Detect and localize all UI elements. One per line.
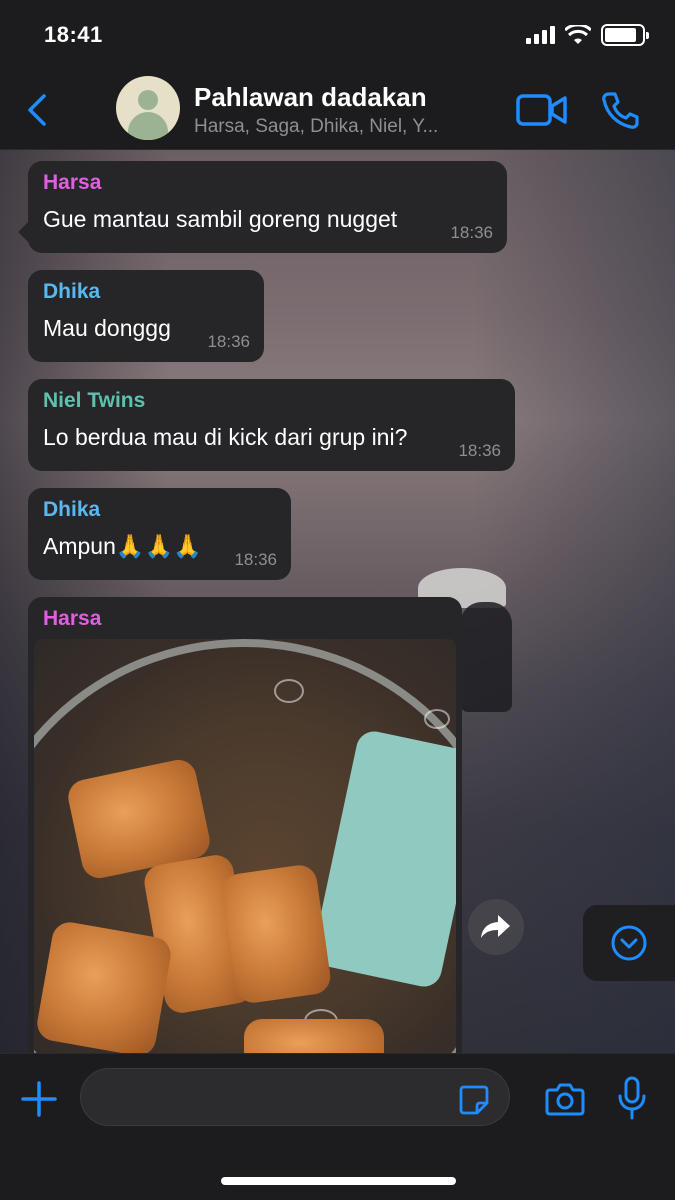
battery-level [605, 28, 636, 42]
message-time: 18:36 [450, 223, 493, 242]
message-bubble[interactable]: Dhika Mau donggg 18:36 [28, 270, 264, 362]
message-text: Ampun🙏🙏🙏 [43, 533, 202, 559]
message-input[interactable] [80, 1068, 510, 1126]
chat-messages[interactable]: Harsa Gue mantau sambil goreng nugget 18… [0, 150, 675, 1053]
forward-button[interactable] [468, 899, 524, 955]
group-avatar[interactable] [116, 76, 180, 140]
voice-call-button[interactable] [600, 90, 640, 130]
fried-nuggets-photo[interactable] [34, 639, 456, 1053]
message-sender: Harsa [43, 171, 102, 194]
sticker-button[interactable] [458, 1084, 490, 1116]
back-button[interactable] [22, 90, 52, 130]
photo-message-bubble[interactable]: Harsa [28, 597, 462, 1053]
status-icons [526, 24, 649, 46]
forward-arrow-icon [481, 915, 510, 938]
message-text: Mau donggg [43, 315, 171, 341]
message-text: Lo berdua mau di kick dari grup ini? [43, 424, 408, 450]
home-indicator [221, 1177, 456, 1185]
message-sender: Dhika [43, 498, 101, 521]
status-bar: 18:41 [0, 0, 675, 72]
wifi-icon [565, 25, 591, 44]
video-call-button[interactable] [516, 92, 568, 128]
message-time: 18:36 [458, 441, 501, 460]
chat-header: Pahlawan dadakan Harsa, Saga, Dhika, Nie… [0, 72, 675, 150]
message-time: 18:36 [207, 332, 250, 351]
cellular-signal-icon [526, 26, 555, 44]
message-bubble[interactable]: Niel Twins Lo berdua mau di kick dari gr… [28, 379, 515, 471]
chevron-down-circle-icon [611, 925, 647, 961]
message-sender: Harsa [43, 607, 102, 630]
message-sender: Dhika [43, 280, 101, 303]
message-bubble[interactable]: Dhika Ampun🙏🙏🙏 18:36 [28, 488, 291, 580]
chat-title[interactable]: Pahlawan dadakan [194, 82, 427, 113]
message-text: Gue mantau sambil goreng nugget [43, 206, 398, 232]
battery-icon [601, 24, 649, 46]
attach-button[interactable] [20, 1080, 58, 1118]
scroll-to-bottom-button[interactable] [583, 905, 675, 981]
message-time: 18:36 [234, 550, 277, 569]
status-time: 18:41 [44, 22, 103, 47]
microphone-button[interactable] [617, 1076, 647, 1120]
message-bubble[interactable]: Harsa Gue mantau sambil goreng nugget 18… [18, 161, 507, 253]
chat-members[interactable]: Harsa, Saga, Dhika, Niel, Y... [194, 116, 494, 138]
camera-button[interactable] [545, 1082, 585, 1116]
message-composer [0, 1053, 675, 1200]
message-sender: Niel Twins [43, 389, 146, 412]
wallpaper-figure [460, 602, 512, 712]
